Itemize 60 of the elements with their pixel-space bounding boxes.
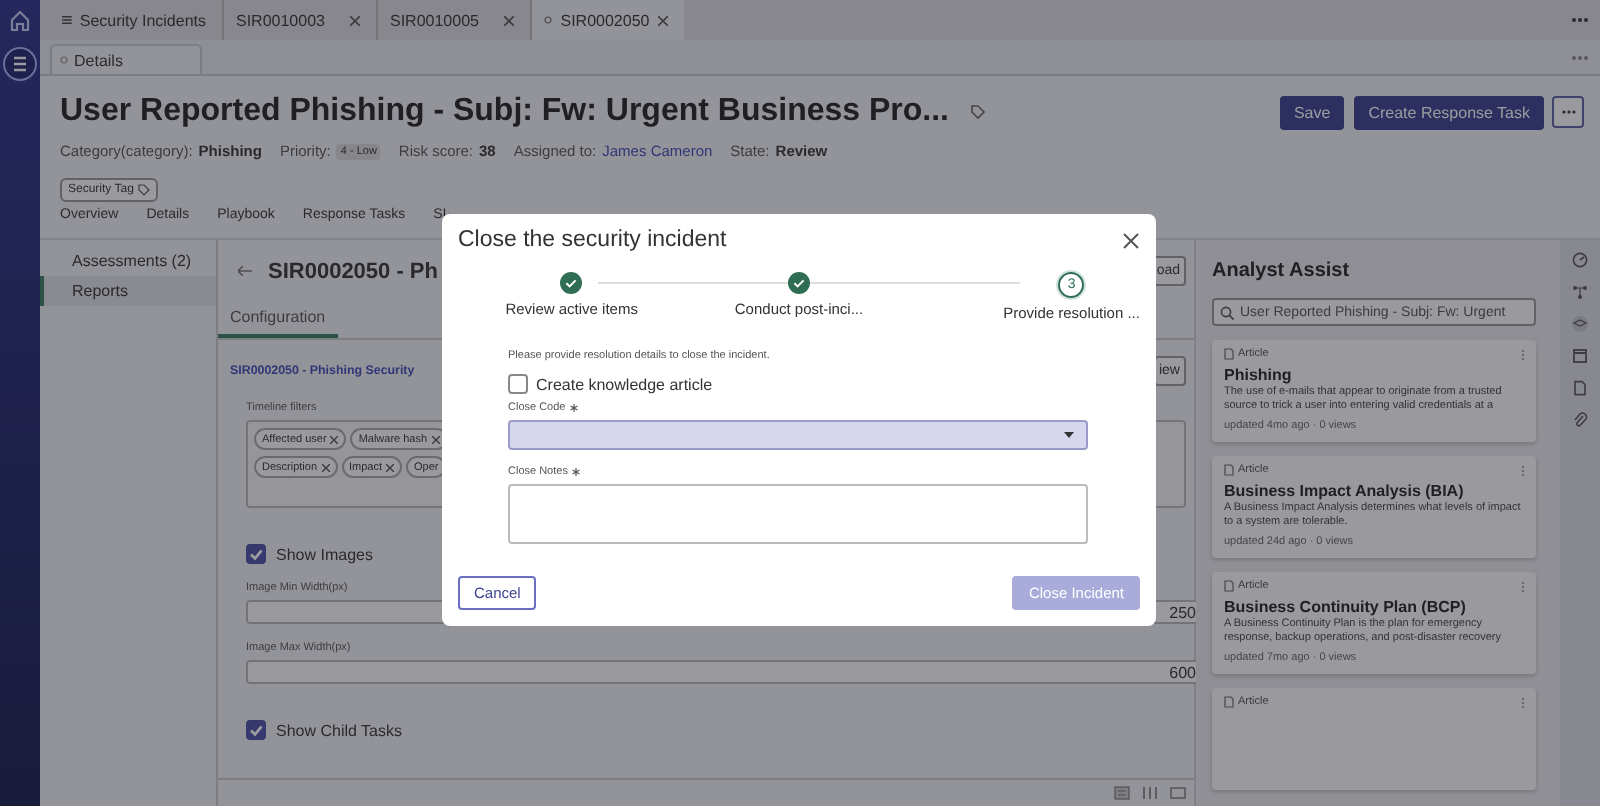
record-tab[interactable]: SIR0002050 xyxy=(530,0,684,40)
checkbox[interactable] xyxy=(508,374,528,394)
gauge-icon[interactable] xyxy=(1572,252,1588,268)
article-title: Business Impact Analysis (BIA) xyxy=(1224,482,1466,500)
columns-view-icon[interactable] xyxy=(1142,786,1158,800)
remove-icon xyxy=(386,463,395,471)
list-icon xyxy=(62,14,72,26)
required-icon xyxy=(569,404,578,412)
config-tab[interactable]: Configuration xyxy=(218,302,338,338)
close-icon[interactable] xyxy=(350,15,360,25)
checkbox[interactable] xyxy=(246,544,266,564)
paperclip-icon[interactable] xyxy=(1572,412,1588,428)
step-complete-icon xyxy=(787,272,810,294)
check-icon xyxy=(248,546,264,562)
flow-icon[interactable] xyxy=(1572,284,1588,300)
number-field[interactable]: 600 xyxy=(246,660,1202,684)
collapse-icon[interactable] xyxy=(238,266,252,276)
tag-icon xyxy=(969,104,985,120)
tag-icon xyxy=(137,184,150,196)
checkbox-label: Show Child Tasks xyxy=(276,721,402,739)
more-button[interactable] xyxy=(1552,96,1584,128)
article-title: Phishing xyxy=(1224,366,1294,384)
subtab[interactable]: Details xyxy=(50,44,202,74)
step-complete-icon xyxy=(560,272,583,294)
remove-icon xyxy=(321,463,330,471)
remove-icon xyxy=(431,435,440,443)
caret-icon xyxy=(1064,432,1074,438)
checkbox-label: Create knowledge article xyxy=(536,375,713,393)
document-icon xyxy=(1224,696,1234,708)
dot-icon xyxy=(544,16,552,24)
close-code-select[interactable] xyxy=(508,420,1088,450)
record-tab[interactable]: Security Incidents xyxy=(50,0,222,40)
check-icon xyxy=(248,722,264,738)
close-notes-field[interactable] xyxy=(508,484,1088,544)
card-view-icon[interactable] xyxy=(1170,786,1186,800)
side-list-item[interactable]: Reports xyxy=(40,276,216,306)
document-icon xyxy=(1224,464,1234,476)
record-title: User Reported Phishing - Subj: Fw: Urgent Business Pro... xyxy=(60,94,949,130)
report-heading: SIR0002050 - Ph xyxy=(268,259,438,283)
action-button[interactable]: Create Response Task xyxy=(1354,95,1544,129)
dot-icon xyxy=(60,56,68,64)
side-list-item[interactable]: Assessments (2) xyxy=(40,246,216,276)
document-icon xyxy=(1224,348,1234,360)
checkbox-label: Show Images xyxy=(276,545,373,563)
calendar-icon[interactable] xyxy=(1572,348,1588,364)
remove-icon xyxy=(330,435,339,443)
required-icon xyxy=(571,468,580,476)
search-icon xyxy=(1220,305,1234,319)
document-icon xyxy=(1224,580,1234,592)
action-button[interactable]: Save xyxy=(1279,95,1345,129)
document-icon[interactable] xyxy=(1572,380,1588,396)
menu-icon[interactable] xyxy=(2,46,38,82)
close-icon[interactable] xyxy=(1122,231,1140,249)
article-title: Business Continuity Plan (BCP) xyxy=(1224,598,1468,616)
close-icon[interactable] xyxy=(657,15,668,25)
dialog-title: Close the security incident xyxy=(458,228,727,252)
panel-title: Analyst Assist xyxy=(1212,260,1352,282)
close-icon[interactable] xyxy=(504,15,514,25)
home-icon[interactable] xyxy=(8,8,32,32)
checkbox[interactable] xyxy=(246,720,266,740)
